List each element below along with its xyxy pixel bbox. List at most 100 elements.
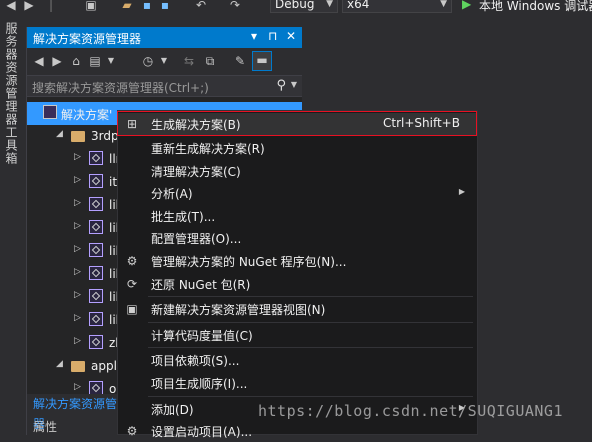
back-icon[interactable]: ◀ [4, 0, 18, 12]
menu-item-label: 新建解决方案资源管理器视图(N) [151, 303, 326, 318]
save-all-icon[interactable]: ▪ [158, 0, 172, 12]
new-view-icon: ▣ [126, 302, 138, 317]
chevron-down-icon[interactable]: ▼ [291, 80, 297, 89]
sync-icon[interactable]: ⇆ [181, 53, 197, 69]
menu-item-label: 管理解决方案的 NuGet 程序包(N)... [151, 255, 347, 269]
collapsed-arrow-icon[interactable]: ▷ [74, 221, 81, 231]
project-icon [89, 289, 103, 303]
menu-separator [148, 296, 473, 298]
server-explorer-tab[interactable]: 服务器资源管理器 [3, 22, 20, 126]
menu-item-label: 项目依赖项(S)... [151, 354, 240, 369]
folder-icon [71, 131, 85, 142]
side-tab-strip: 服务器资源管理器 工具箱 [0, 22, 24, 435]
collapsed-arrow-icon[interactable]: ▷ [74, 290, 81, 300]
configuration-value: Debug [275, 0, 315, 11]
project-icon [89, 174, 103, 188]
collapsed-arrow-icon[interactable]: ▷ [74, 244, 81, 254]
folder-icon [71, 361, 85, 372]
platform-combo[interactable]: x64 ▼ [342, 0, 452, 13]
tree-row-label: 解决方案' [61, 108, 113, 122]
collapsed-arrow-icon[interactable]: ▷ [74, 175, 81, 185]
menu-item-label: 批生成(T)... [151, 209, 216, 224]
expanded-arrow-icon[interactable]: ◢ [56, 359, 63, 369]
menu-item[interactable]: 清理解决方案(C) [118, 160, 477, 182]
open-folder-icon[interactable]: ▰ [120, 0, 134, 12]
menu-item-label: 分析(A) [151, 187, 193, 202]
tab-properties[interactable]: 属性 [27, 418, 57, 435]
collapse-all-icon[interactable]: ⧉ [202, 53, 218, 69]
panel-toolbar: ◀ ▶ ⌂ ▤ ▼ ◷ ▼ ⇆ ⧉ ✎ ▬ [27, 48, 302, 75]
menu-item[interactable]: 配置管理器(O)... [118, 227, 477, 249]
chevron-down-icon: ▼ [440, 0, 447, 9]
menu-item[interactable]: 重新生成解决方案(R) [118, 137, 477, 159]
context-menu: ⊞ 生成解决方案(B) Ctrl+Shift+B 重新生成解决方案(R) 清理解决方案(… [117, 110, 478, 439]
collapsed-arrow-icon[interactable]: ▷ [74, 382, 81, 392]
pin-icon[interactable]: ⊓ [268, 29, 277, 43]
collapsed-arrow-icon[interactable]: ▷ [74, 152, 81, 162]
menu-item[interactable]: 项目生成顺序(I)... [118, 372, 477, 394]
menu-separator [148, 347, 473, 349]
redo-icon[interactable]: ↷ [228, 0, 242, 12]
menu-item-label: 还原 NuGet 包(R) [151, 277, 251, 292]
separator-icon: | [48, 0, 54, 12]
project-icon [89, 312, 103, 326]
forward-icon[interactable]: ▶ [22, 0, 36, 12]
collapsed-arrow-icon[interactable]: ▷ [74, 267, 81, 277]
menu-item[interactable]: 项目依赖项(S)... [118, 349, 477, 371]
chevron-down-icon[interactable]: ▼ [156, 53, 172, 69]
submenu-arrow-icon: ▶ [458, 187, 465, 197]
menu-item-label: 计算代码度量值(C) [151, 328, 253, 343]
properties-icon[interactable]: ✎ [232, 53, 248, 69]
highlight-box [117, 111, 477, 136]
menu-item-label: 项目生成顺序(I)... [151, 377, 248, 391]
menu-item-label: 添加(D) [151, 402, 194, 417]
project-icon [89, 266, 103, 280]
top-toolbar: ◀ ▶ | ▣ ▰ ▪ ▪ ↶ ↷ Debug ▼ x64 ▼ ▶ 本地 Win… [0, 0, 592, 16]
project-icon [89, 335, 103, 349]
menu-item[interactable]: ⚙ 设置启动项目(A)... [118, 420, 477, 442]
search-input[interactable]: 搜索解决方案资源管理器(Ctrl+;) ⚲ ▼ [27, 75, 302, 97]
collapsed-arrow-icon[interactable]: ▷ [74, 198, 81, 208]
pending-changes-icon[interactable]: ◷ [140, 53, 156, 69]
project-icon [89, 151, 103, 165]
toolbox-tab[interactable]: 工具箱 [3, 126, 20, 165]
new-project-icon[interactable]: ▣ [84, 0, 98, 12]
project-icon [89, 197, 103, 211]
menu-item[interactable]: ▣ 新建解决方案资源管理器视图(N) [118, 298, 477, 320]
collapsed-arrow-icon[interactable]: ▷ [74, 336, 81, 346]
search-placeholder: 搜索解决方案资源管理器(Ctrl+;) [32, 81, 209, 95]
collapsed-arrow-icon[interactable]: ▷ [74, 313, 81, 323]
nuget-icon: ⚙ [126, 254, 138, 268]
menu-item[interactable]: 批生成(T)... [118, 205, 477, 227]
watermark: https://blog.csdn.net/SUQIGUANG1 [258, 402, 563, 420]
panel-title: 解决方案资源管理器 [33, 32, 142, 46]
configuration-combo[interactable]: Debug ▼ [270, 0, 338, 13]
chevron-down-icon[interactable]: ▼ [103, 53, 119, 69]
panel-dropdown-icon[interactable]: ▾ [251, 29, 257, 43]
start-debugging-label[interactable]: 本地 Windows 调试器 [479, 0, 592, 14]
back-icon[interactable]: ◀ [31, 53, 47, 69]
close-icon[interactable]: ✕ [286, 29, 296, 43]
gear-icon: ⚙ [126, 424, 138, 439]
menu-item[interactable]: 分析(A) ▶ [118, 182, 477, 204]
start-debugging-icon[interactable]: ▶ [462, 0, 471, 11]
platform-value: x64 [347, 0, 370, 11]
show-all-files-icon[interactable]: ▬ [252, 51, 272, 71]
switch-views-icon[interactable]: ▤ [87, 53, 103, 69]
chevron-down-icon: ▼ [326, 0, 333, 9]
menu-item-label: 配置管理器(O)... [151, 232, 242, 247]
save-icon[interactable]: ▪ [140, 0, 154, 12]
expanded-arrow-icon[interactable]: ◢ [56, 129, 63, 139]
forward-icon[interactable]: ▶ [49, 53, 65, 69]
menu-item[interactable]: 计算代码度量值(C) [118, 324, 477, 346]
menu-item[interactable]: ⚙ 管理解决方案的 NuGet 程序包(N)... [118, 250, 477, 272]
menu-separator [148, 321, 473, 323]
menu-item-label: 重新生成解决方案(R) [151, 142, 265, 156]
menu-item-label: 清理解决方案(C) [151, 164, 241, 179]
undo-icon[interactable]: ↶ [194, 0, 208, 12]
search-icon[interactable]: ⚲ [276, 78, 286, 93]
home-icon[interactable]: ⌂ [68, 53, 84, 69]
project-icon [89, 243, 103, 257]
menu-separator [148, 395, 473, 397]
menu-item[interactable]: ⟳ 还原 NuGet 包(R) [118, 273, 477, 295]
